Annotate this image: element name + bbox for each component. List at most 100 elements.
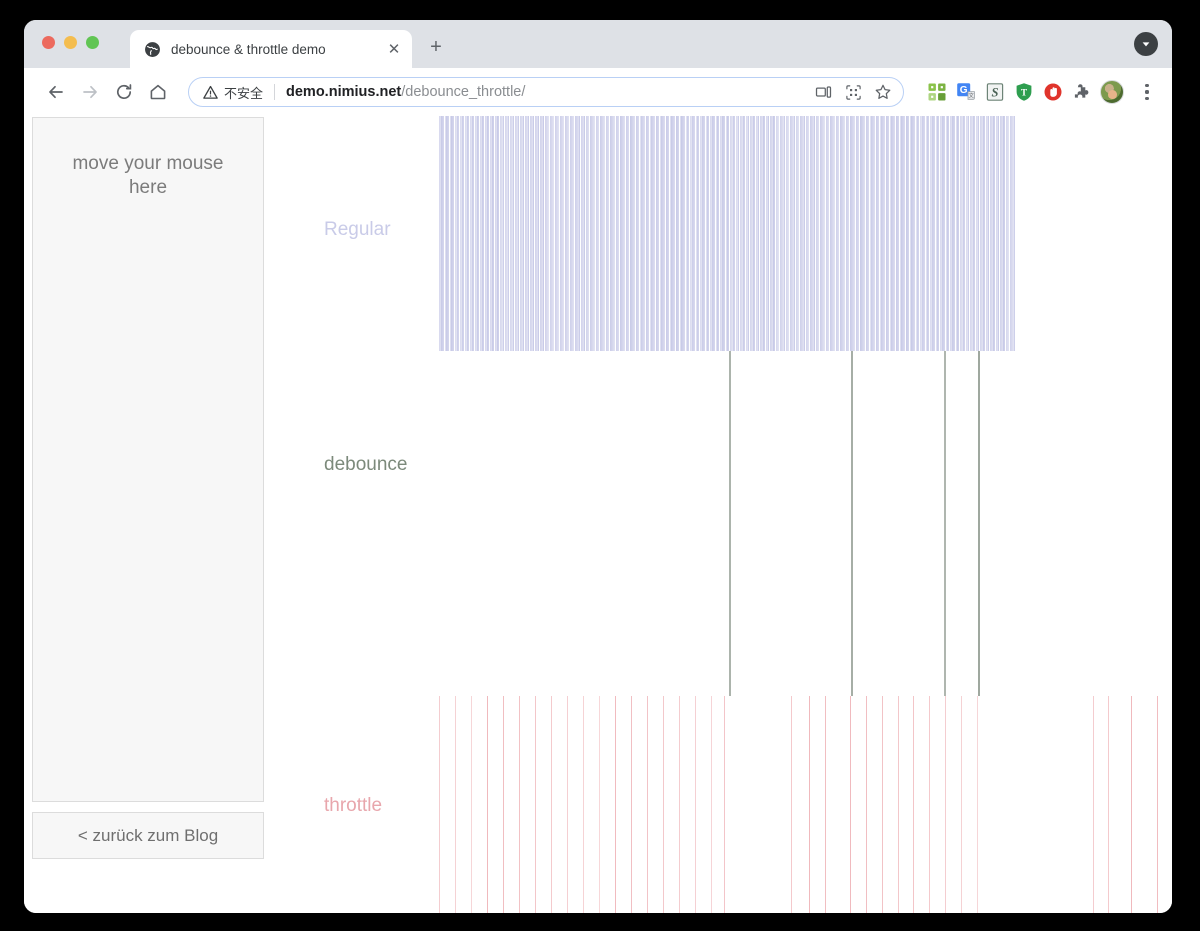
event-tick: [503, 116, 505, 351]
event-tick: [594, 116, 596, 351]
track-throttle-canvas: [272, 696, 1172, 913]
event-tick: [748, 116, 750, 351]
cast-icon[interactable]: [809, 78, 837, 106]
event-tick: [664, 116, 666, 351]
event-tick: [618, 116, 620, 351]
event-tick: [994, 116, 996, 351]
event-tick: [615, 696, 617, 913]
shield-t-extension-icon[interactable]: T: [1013, 81, 1035, 103]
avatar[interactable]: [1100, 80, 1124, 104]
event-tick: [858, 116, 860, 351]
event-tick: [528, 116, 530, 351]
address-bar[interactable]: 不安全 demo.nimius.net/debounce_throttle/: [188, 77, 904, 107]
event-tick: [944, 351, 946, 696]
svg-text:G: G: [960, 85, 968, 96]
event-tick: [714, 116, 716, 351]
mouse-move-area[interactable]: move your mouse here: [32, 117, 264, 802]
event-tick: [493, 116, 495, 351]
event-tick: [644, 116, 646, 351]
globe-icon: [145, 41, 160, 57]
event-tick: [695, 696, 697, 913]
event-tick: [964, 116, 966, 351]
browser-toolbar: 不安全 demo.nimius.net/debounce_throttle/ G…: [24, 68, 1172, 116]
event-tick: [904, 116, 906, 351]
page-content: move your mouse here < zurück zum Blog R…: [24, 116, 1172, 913]
window-traffic-lights: [42, 36, 99, 49]
event-tick: [674, 116, 676, 351]
tab-strip: debounce & throttle demo ✕ +: [24, 20, 1172, 68]
forward-button[interactable]: [74, 76, 106, 108]
event-tick: [624, 116, 626, 351]
omnibox-actions: [809, 78, 897, 106]
event-tick: [588, 116, 590, 351]
browser-tab[interactable]: debounce & throttle demo ✕: [130, 30, 412, 68]
event-tick: [443, 116, 445, 351]
event-tick: [688, 116, 690, 351]
event-tick: [848, 116, 850, 351]
event-tick: [913, 696, 915, 913]
minimize-window-button[interactable]: [64, 36, 77, 49]
url-path: /debounce_throttle/: [401, 84, 526, 100]
event-tick: [1131, 696, 1133, 913]
back-button[interactable]: [40, 76, 72, 108]
reload-button[interactable]: [108, 76, 140, 108]
event-tick: [567, 696, 569, 913]
event-tick: [604, 116, 606, 351]
qr-grid-extension-icon[interactable]: [926, 81, 948, 103]
puzzle-extensions-icon[interactable]: [1071, 81, 1093, 103]
event-tick: [914, 116, 916, 351]
event-tick: [944, 116, 946, 351]
zoom-window-button[interactable]: [86, 36, 99, 49]
event-tick: [487, 696, 489, 913]
event-tick: [548, 116, 550, 351]
event-tick: [718, 116, 720, 351]
event-tick: [573, 116, 575, 351]
event-tick: [764, 116, 766, 351]
event-tick: [448, 116, 450, 351]
event-tracks: Regular debounce throttle: [272, 116, 1172, 913]
event-tick: [988, 116, 990, 351]
back-to-blog-label: < zurück zum Blog: [77, 825, 219, 845]
star-icon[interactable]: [869, 78, 897, 106]
event-tick: [828, 116, 830, 351]
event-tick: [824, 116, 826, 351]
home-button[interactable]: [142, 76, 174, 108]
event-tick: [678, 116, 680, 351]
event-tick: [977, 696, 979, 913]
event-tick: [668, 116, 670, 351]
mouse-move-area-label: move your mouse here: [72, 153, 224, 199]
s-extension-icon[interactable]: S: [984, 81, 1006, 103]
event-tick: [647, 696, 649, 913]
event-tick: [948, 116, 950, 351]
browser-window: debounce & throttle demo ✕ + 不安全 demo.ni…: [24, 20, 1172, 913]
event-tick: [463, 116, 465, 351]
event-tick: [599, 696, 601, 913]
event-tick: [698, 116, 700, 351]
event-tick: [728, 116, 730, 351]
event-tick: [850, 696, 852, 913]
back-to-blog-link[interactable]: < zurück zum Blog: [32, 812, 264, 859]
event-tick: [808, 116, 810, 351]
chevron-down-icon[interactable]: [1134, 32, 1158, 56]
event-tick: [471, 696, 473, 913]
event-tick: [794, 116, 796, 351]
event-tick: [798, 116, 800, 351]
event-tick: [503, 696, 505, 913]
event-tick: [998, 116, 1000, 351]
event-tick: [918, 116, 920, 351]
event-tick: [1008, 116, 1010, 351]
track-debounce-label: debounce: [324, 454, 408, 475]
close-icon[interactable]: ✕: [384, 39, 404, 59]
close-window-button[interactable]: [42, 36, 55, 49]
track-debounce-canvas: [272, 351, 1172, 696]
kebab-menu-icon[interactable]: [1134, 78, 1160, 106]
qr-code-icon[interactable]: [839, 78, 867, 106]
event-tick: [684, 116, 686, 351]
new-tab-button[interactable]: +: [422, 33, 450, 61]
adblock-extension-icon[interactable]: [1042, 81, 1064, 103]
event-tick: [535, 696, 537, 913]
event-tick: [1004, 116, 1006, 351]
tab-title: debounce & throttle demo: [171, 41, 326, 57]
google-translate-extension-icon[interactable]: G 文: [955, 81, 977, 103]
track-debounce: debounce: [272, 351, 1172, 696]
